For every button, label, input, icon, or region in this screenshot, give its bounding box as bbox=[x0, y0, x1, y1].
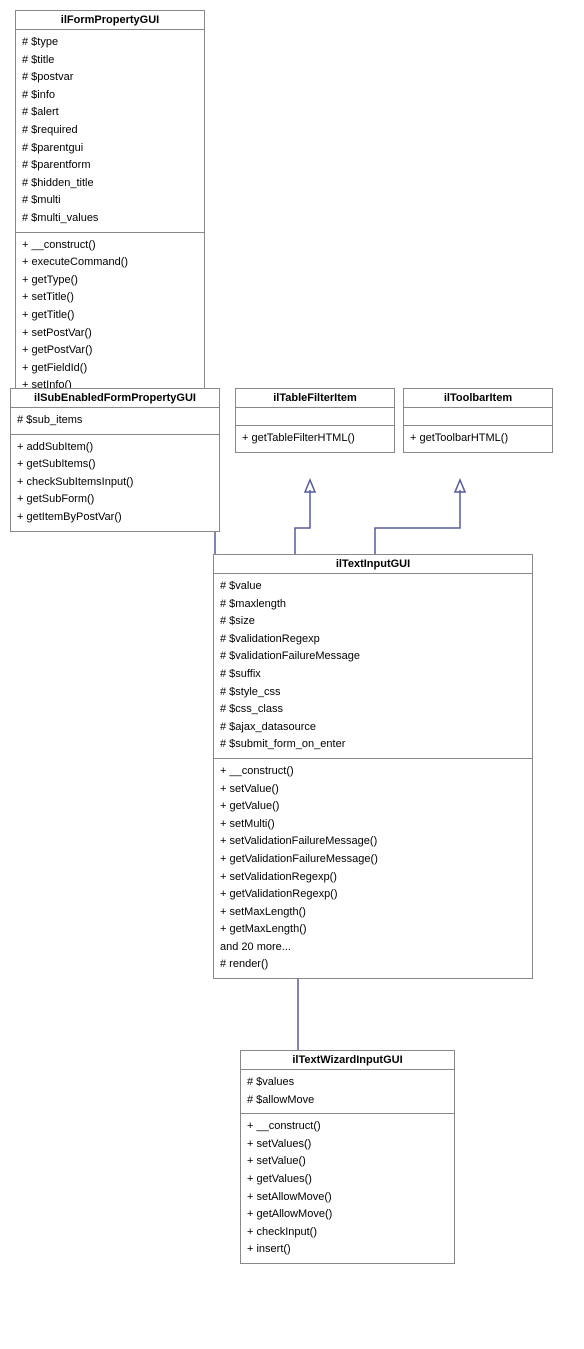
diagram-container: ilFormPropertyGUI # $type # $title # $po… bbox=[0, 0, 584, 1349]
ilTextWizardInputGUI-methods: + __construct() + setValues() + setValue… bbox=[241, 1114, 454, 1263]
ilToolbarItem-fields bbox=[404, 408, 552, 426]
ilSubEnabledFormPropertyGUI-title: ilSubEnabledFormPropertyGUI bbox=[11, 389, 219, 408]
ilToolbarItem-title: ilToolbarItem bbox=[404, 389, 552, 408]
ilTextInputGUI-box: ilTextInputGUI # $value # $maxlength # $… bbox=[213, 554, 533, 979]
ilTextWizardInputGUI-box: ilTextWizardInputGUI # $values # $allowM… bbox=[240, 1050, 455, 1264]
ilTableFilterItem-fields bbox=[236, 408, 394, 426]
ilTableFilterItem-title: ilTableFilterItem bbox=[236, 389, 394, 408]
ilTableFilterItem-methods: + getTableFilterHTML() bbox=[236, 426, 394, 452]
ilTextInputGUI-title: ilTextInputGUI bbox=[214, 555, 532, 574]
ilSubEnabledFormPropertyGUI-methods: + addSubItem() + getSubItems() + checkSu… bbox=[11, 435, 219, 531]
ilFormPropertyGUI-fields: # $type # $title # $postvar # $info # $a… bbox=[16, 30, 204, 233]
ilSubEnabledFormPropertyGUI-fields: # $sub_items bbox=[11, 408, 219, 435]
ilSubEnabledFormPropertyGUI-box: ilSubEnabledFormPropertyGUI # $sub_items… bbox=[10, 388, 220, 532]
ilTextWizardInputGUI-fields: # $values # $allowMove bbox=[241, 1070, 454, 1114]
ilToolbarItem-methods: + getToolbarHTML() bbox=[404, 426, 552, 452]
ilTextInputGUI-fields: # $value # $maxlength # $size # $validat… bbox=[214, 574, 532, 759]
ilFormPropertyGUI-title: ilFormPropertyGUI bbox=[16, 11, 204, 30]
ilToolbarItem-box: ilToolbarItem + getToolbarHTML() bbox=[403, 388, 553, 453]
ilTableFilterItem-box: ilTableFilterItem + getTableFilterHTML() bbox=[235, 388, 395, 453]
ilTextInputGUI-methods: + __construct() + setValue() + getValue(… bbox=[214, 759, 532, 978]
ilTextWizardInputGUI-title: ilTextWizardInputGUI bbox=[241, 1051, 454, 1070]
